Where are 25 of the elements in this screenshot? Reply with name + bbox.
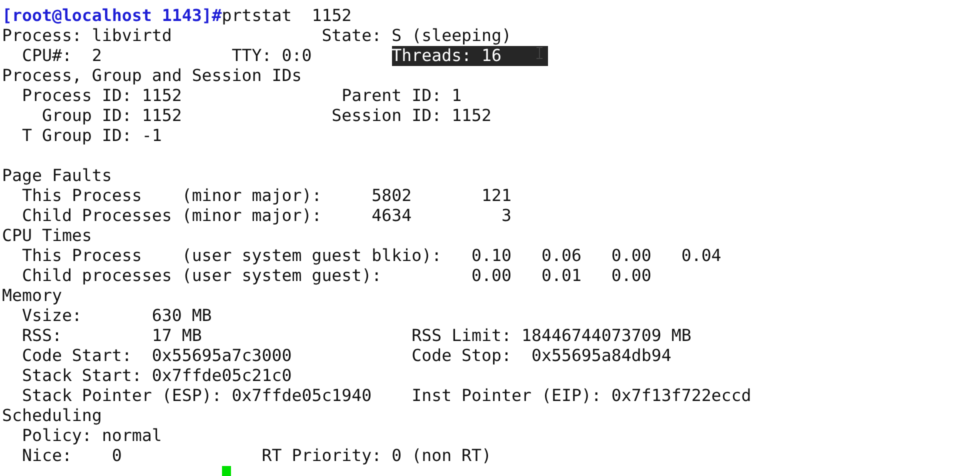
output-text: Code Start: 0x55695a7c3000 Code Stop: 0x55695a84db94: [20, 346, 672, 366]
selected-text: Threads: 16: [392, 46, 548, 66]
output-text: Child Processes (minor major): 4634 3: [20, 206, 512, 226]
output-text: Stack Pointer (ESP): 0x7ffde05c1940 Inst Pointer (EIP): 0x7f13f722eccd: [20, 386, 752, 406]
shell-prompt: [root@localhost 1143]#: [2, 6, 222, 26]
output-text: Child processes (user system guest): 0.00 0.01 0.00: [20, 266, 652, 286]
output-text: This Process (user system guest blkio): 0.10 0.06 0.00 0.04: [20, 246, 722, 266]
output-text: RSS: 17 MB RSS Limit: 18446744073709 MB: [20, 326, 692, 346]
output-text: prtstat 1152: [222, 6, 352, 26]
output-text: T Group ID: -1: [20, 126, 162, 146]
output-text: Process, Group and Session IDs: [2, 66, 302, 86]
output-text: Process: libvirtd State: S (sleeping): [2, 26, 512, 46]
output-text: Process ID: 1152 Parent ID: 1: [20, 86, 462, 106]
output-text: Stack Start: 0x7ffde05c21c0: [20, 366, 292, 386]
output-text: Policy: normal: [20, 426, 162, 446]
i-beam-icon: [536, 47, 543, 59]
output-text: Nice: 0 RT Priority: 0 (non RT): [20, 446, 492, 466]
output-text: Page Faults: [2, 166, 112, 186]
output-text: Memory: [2, 286, 62, 306]
output-text: CPU#: 2 TTY: 0:0: [20, 46, 313, 66]
output-text: Vsize: 630 MB: [20, 306, 212, 326]
output-text: This Process (minor major): 5802 121: [20, 186, 512, 206]
output-text: Scheduling: [2, 406, 102, 426]
output-text: Group ID: 1152 Session ID: 1152: [40, 106, 492, 126]
output-text: CPU Times: [2, 226, 92, 246]
